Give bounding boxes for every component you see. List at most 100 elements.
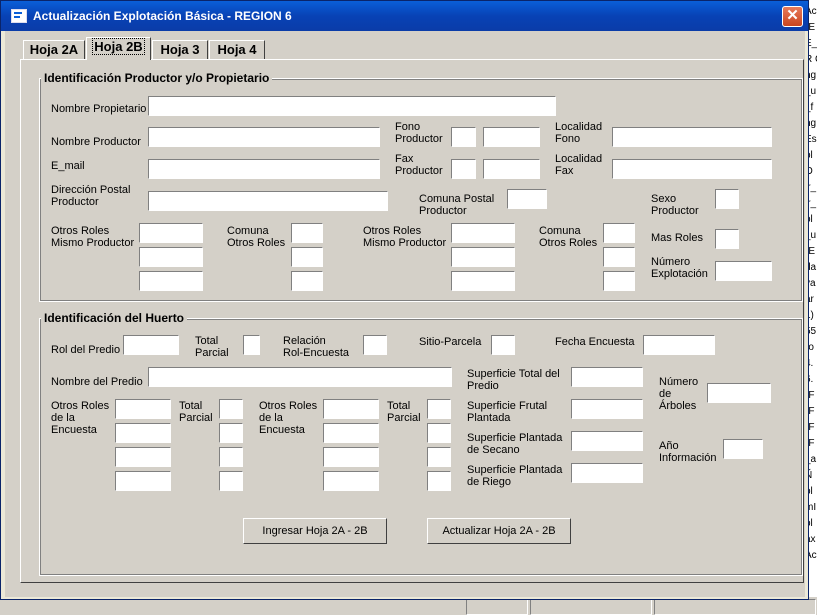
status-segment <box>530 599 652 615</box>
total-parcial-a-field[interactable] <box>219 399 243 419</box>
nombre-predio-field[interactable] <box>148 367 452 387</box>
superficie-riego-field[interactable] <box>571 463 643 483</box>
total-parcial-b-field[interactable] <box>427 471 451 491</box>
label-direccion-postal: Dirección Postal Productor <box>51 184 131 208</box>
fono-code-field[interactable] <box>451 127 476 147</box>
label-superficie-total: Superficie Total del Predio <box>467 368 560 392</box>
label-numero-arboles: Número de Árboles <box>659 376 699 412</box>
label-total-parcial-a: Total Parcial <box>179 400 213 424</box>
fax-number-field[interactable] <box>483 159 540 179</box>
label-superficie-riego: Superficie Plantada de Riego <box>467 464 563 488</box>
close-button[interactable]: ✕ <box>782 6 803 27</box>
tab-hoja-4[interactable]: Hoja 4 <box>209 40 265 59</box>
ingresar-button[interactable]: Ingresar Hoja 2A - 2B <box>243 518 387 544</box>
nombre-productor-field[interactable] <box>148 127 380 147</box>
otros-roles-1-field[interactable] <box>139 247 203 267</box>
status-segment <box>654 599 816 615</box>
nombre-propietario-field[interactable] <box>148 96 556 116</box>
comuna-otros-1-field[interactable] <box>291 223 323 243</box>
otros-roles-2-field[interactable] <box>451 223 515 243</box>
ano-informacion-field[interactable] <box>723 439 763 459</box>
label-localidad-fono: Localidad Fono <box>555 121 603 145</box>
label-otros-roles-2: Otros Roles Mismo Productor <box>363 225 447 249</box>
total-parcial-b-field[interactable] <box>427 423 451 443</box>
label-superficie-secano: Superficie Plantada de Secano <box>467 432 563 456</box>
label-relacion-rol: Relación Rol-Encuesta <box>283 335 350 359</box>
tab-hoja-3[interactable]: Hoja 3 <box>152 40 208 59</box>
label-email: E_mail <box>51 160 85 172</box>
app-icon <box>11 9 27 23</box>
otros-roles-encuesta-a-field[interactable] <box>115 471 171 491</box>
label-localidad-fax: Localidad Fax <box>555 153 603 177</box>
label-fono-productor: Fono Productor <box>395 121 443 145</box>
label-otros-roles-encuesta-b: Otros Roles de la Encuesta <box>259 400 318 436</box>
otros-roles-1-field[interactable] <box>139 223 203 243</box>
email-field[interactable] <box>148 159 380 179</box>
sexo-productor-field[interactable] <box>715 189 739 209</box>
comuna-otros-2-field[interactable] <box>603 247 635 267</box>
tab-panel: Identificación Productor y/o Propietario… <box>20 59 804 583</box>
label-nombre-propietario: Nombre Propietario <box>51 103 147 115</box>
relacion-rol-field[interactable] <box>363 335 387 355</box>
rol-predio-field[interactable] <box>123 335 179 355</box>
tab-hoja-2b-label: Hoja 2B <box>92 38 145 55</box>
localidad-fono-field[interactable] <box>612 127 772 147</box>
total-parcial-a-field[interactable] <box>219 447 243 467</box>
tab-hoja-2a[interactable]: Hoja 2A <box>23 40 85 59</box>
otros-roles-encuesta-a-field[interactable] <box>115 447 171 467</box>
comuna-otros-1-field[interactable] <box>291 247 323 267</box>
label-mas-roles: Mas Roles <box>651 232 703 244</box>
mas-roles-field[interactable] <box>715 229 739 249</box>
comuna-otros-2-field[interactable] <box>603 223 635 243</box>
comuna-otros-2-field[interactable] <box>603 271 635 291</box>
label-rol-predio: Rol del Predio <box>51 344 121 356</box>
title-bar[interactable]: Actualización Explotación Básica - REGIO… <box>1 1 808 31</box>
huerto-group-title: Identificación del Huerto <box>41 311 188 325</box>
superficie-frutal-field[interactable] <box>571 399 643 419</box>
label-otros-roles-encuesta-a: Otros Roles de la Encuesta <box>51 400 110 436</box>
label-comuna-postal: Comuna Postal Productor <box>419 193 495 217</box>
label-nombre-predio: Nombre del Predio <box>51 376 143 388</box>
client-area: Hoja 2A Hoja 2B Hoja 3 Hoja 4 Identifica… <box>5 31 805 597</box>
tab-hoja-2b[interactable]: Hoja 2B <box>86 37 151 60</box>
numero-arboles-field[interactable] <box>707 383 771 403</box>
localidad-fax-field[interactable] <box>612 159 772 179</box>
sitio-parcela-field[interactable] <box>491 335 515 355</box>
status-segment <box>466 599 528 615</box>
label-numero-explotacion: Número Explotación <box>651 256 708 280</box>
otros-roles-2-field[interactable] <box>451 247 515 267</box>
comuna-otros-1-field[interactable] <box>291 271 323 291</box>
total-parcial-a-field[interactable] <box>219 471 243 491</box>
total-parcial-b-field[interactable] <box>427 399 451 419</box>
otros-roles-2-field[interactable] <box>451 271 515 291</box>
label-comuna-otros-1: Comuna Otros Roles <box>227 225 286 249</box>
label-total-parcial: Total Parcial <box>195 335 229 359</box>
label-ano-informacion: Año Información <box>659 440 717 464</box>
total-parcial-field[interactable] <box>243 335 260 355</box>
actualizar-button[interactable]: Actualizar Hoja 2A - 2B <box>427 518 571 544</box>
otros-roles-encuesta-a-field[interactable] <box>115 399 171 419</box>
otros-roles-encuesta-b-field[interactable] <box>323 423 379 443</box>
productor-group-title: Identificación Productor y/o Propietario <box>41 71 273 85</box>
window-title: Actualización Explotación Básica - REGIO… <box>33 9 292 23</box>
total-parcial-a-field[interactable] <box>219 423 243 443</box>
label-fax-productor: Fax Productor <box>395 153 443 177</box>
superficie-secano-field[interactable] <box>571 431 643 451</box>
otros-roles-encuesta-b-field[interactable] <box>323 399 379 419</box>
otros-roles-1-field[interactable] <box>139 271 203 291</box>
otros-roles-encuesta-b-field[interactable] <box>323 471 379 491</box>
total-parcial-b-field[interactable] <box>427 447 451 467</box>
fax-code-field[interactable] <box>451 159 476 179</box>
fecha-encuesta-field[interactable] <box>643 335 715 355</box>
superficie-total-field[interactable] <box>571 367 643 387</box>
label-fecha-encuesta: Fecha Encuesta <box>555 336 635 348</box>
label-total-parcial-b: Total Parcial <box>387 400 421 424</box>
comuna-postal-field[interactable] <box>507 189 547 209</box>
direccion-postal-field[interactable] <box>148 191 388 211</box>
fono-number-field[interactable] <box>483 127 540 147</box>
otros-roles-encuesta-a-field[interactable] <box>115 423 171 443</box>
label-otros-roles-1: Otros Roles Mismo Productor <box>51 225 135 249</box>
otros-roles-encuesta-b-field[interactable] <box>323 447 379 467</box>
label-nombre-productor: Nombre Productor <box>51 136 141 148</box>
numero-explotacion-field[interactable] <box>715 261 772 281</box>
